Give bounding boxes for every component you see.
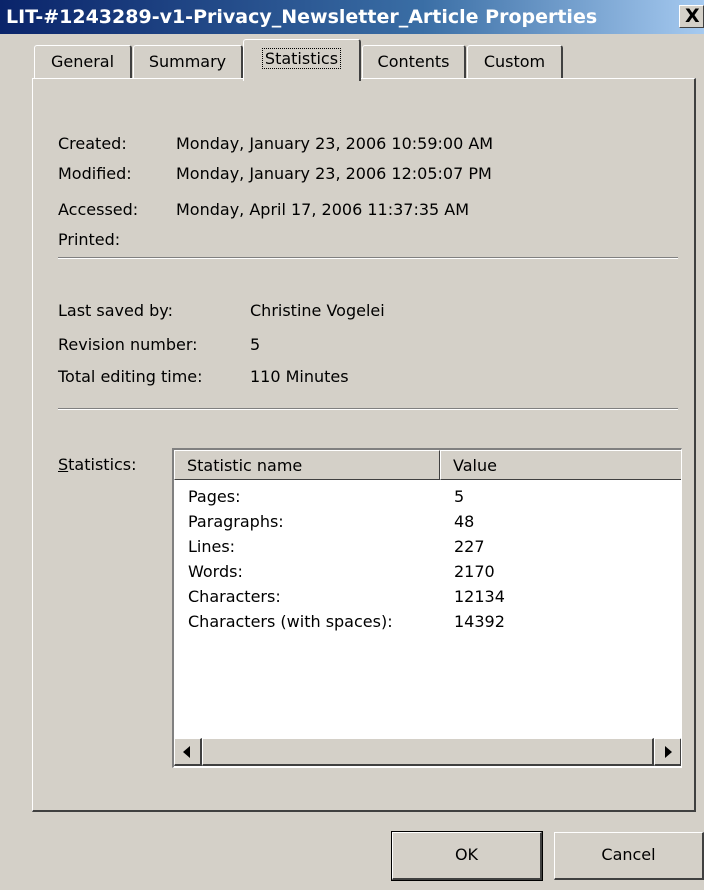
modified-label: Modified:: [58, 164, 132, 183]
row-value[interactable]: 5: [454, 484, 464, 509]
row-name[interactable]: Lines:: [188, 534, 235, 559]
tab-label: Custom: [483, 52, 546, 71]
row-value[interactable]: 48: [454, 509, 474, 534]
scroll-left-button[interactable]: [174, 738, 202, 766]
title-bar[interactable]: LIT-#1243289-v1-Privacy_Newsletter_Artic…: [0, 0, 704, 34]
horizontal-scrollbar[interactable]: [174, 738, 681, 766]
statistics-label: Statistics:: [58, 452, 137, 478]
accessed-label: Accessed:: [58, 200, 139, 219]
created-label: Created:: [58, 134, 127, 153]
row-value[interactable]: 14392: [454, 609, 505, 634]
modified-value: Monday, January 23, 2006 12:05:07 PM: [176, 164, 492, 183]
row-value[interactable]: 227: [454, 534, 485, 559]
tab-general[interactable]: General: [34, 45, 132, 79]
tab-statistics[interactable]: Statistics: [243, 39, 361, 81]
right-arrow-icon: [665, 746, 672, 758]
revision-value: 5: [250, 335, 261, 354]
row-name[interactable]: Characters (with spaces):: [188, 609, 393, 634]
row-value[interactable]: 2170: [454, 559, 495, 584]
row-value[interactable]: 12134: [454, 584, 505, 609]
statistics-label-text: tatistics:: [68, 455, 137, 474]
scroll-right-button[interactable]: [654, 738, 681, 766]
ok-button[interactable]: OK: [391, 831, 543, 881]
created-value: Monday, January 23, 2006 10:59:00 AM: [176, 134, 494, 153]
row-name[interactable]: Pages:: [188, 484, 240, 509]
tab-label: General: [50, 52, 115, 71]
tab-summary[interactable]: Summary: [133, 45, 243, 79]
tab-label: Summary: [148, 52, 227, 71]
editing-time-value: 110 Minutes: [250, 367, 349, 386]
tab-custom[interactable]: Custom: [467, 45, 563, 79]
last-saved-value: Christine Vogelei: [250, 301, 385, 320]
cancel-button[interactable]: Cancel: [554, 832, 704, 880]
printed-label: Printed:: [58, 230, 121, 249]
tab-contents[interactable]: Contents: [362, 45, 466, 79]
window-title: LIT-#1243289-v1-Privacy_Newsletter_Artic…: [6, 6, 598, 28]
separator: [58, 257, 678, 259]
revision-label: Revision number:: [58, 335, 198, 354]
row-name[interactable]: Characters:: [188, 584, 281, 609]
left-arrow-icon: [183, 746, 190, 758]
tab-label: Contents: [377, 52, 450, 71]
row-name[interactable]: Words:: [188, 559, 243, 584]
statistics-label-hotkey: S: [58, 455, 69, 474]
accessed-value: Monday, April 17, 2006 11:37:35 AM: [176, 200, 470, 219]
tab-label: Statistics: [261, 48, 342, 69]
column-header-name[interactable]: Statistic name: [174, 450, 440, 480]
scroll-thumb[interactable]: [202, 738, 654, 766]
editing-time-label: Total editing time:: [58, 367, 203, 386]
column-header-value[interactable]: Value: [440, 450, 681, 480]
statistics-list[interactable]: Statistic name Value Pages: 5 Paragraphs…: [172, 448, 682, 768]
separator: [58, 408, 678, 410]
list-header: Statistic name Value: [174, 450, 681, 480]
close-button[interactable]: X: [679, 5, 704, 28]
row-name[interactable]: Paragraphs:: [188, 509, 284, 534]
last-saved-label: Last saved by:: [58, 301, 173, 320]
close-icon: X: [685, 5, 700, 27]
